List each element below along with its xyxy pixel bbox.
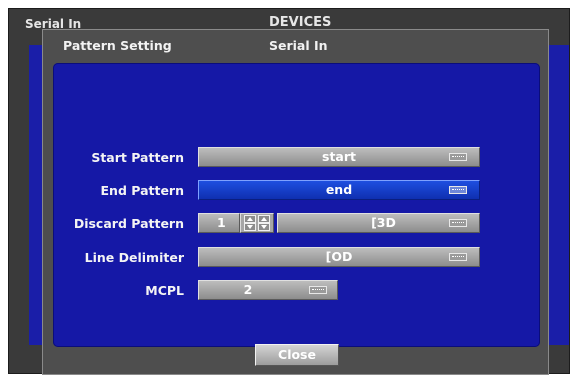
keyboard-icon[interactable] bbox=[449, 253, 467, 261]
arrow-down-icon[interactable] bbox=[244, 223, 256, 231]
discard-pattern-field[interactable]: [3D bbox=[277, 213, 480, 233]
start-pattern-label: Start Pattern bbox=[91, 150, 184, 165]
discard-count-field[interactable]: 1 bbox=[198, 213, 240, 233]
discard-count-stepper[interactable] bbox=[240, 213, 274, 233]
discard-pattern-label: Discard Pattern bbox=[73, 216, 184, 231]
mcpl-label: MCPL bbox=[145, 283, 184, 298]
settings-panel: Start Pattern start End Pattern end Disc… bbox=[53, 63, 540, 347]
start-pattern-field[interactable]: start bbox=[198, 147, 480, 167]
end-pattern-field[interactable]: end bbox=[198, 180, 480, 200]
pattern-setting-dialog: Pattern Setting Serial In Start Pattern … bbox=[42, 29, 549, 375]
keyboard-icon[interactable] bbox=[449, 153, 467, 161]
start-pattern-value: start bbox=[322, 149, 356, 164]
arrow-up-icon[interactable] bbox=[258, 215, 270, 223]
keyboard-icon[interactable] bbox=[449, 186, 467, 194]
end-pattern-value: end bbox=[325, 182, 353, 197]
keyboard-icon[interactable] bbox=[449, 219, 467, 227]
keyboard-icon[interactable] bbox=[309, 286, 327, 294]
line-delimiter-value: [OD bbox=[325, 249, 353, 264]
mcpl-field[interactable]: 2 bbox=[198, 280, 338, 300]
mcpl-value: 2 bbox=[243, 282, 253, 297]
dialog-subtitle: Serial In bbox=[269, 38, 328, 53]
arrow-up-icon[interactable] bbox=[244, 215, 256, 223]
end-pattern-label: End Pattern bbox=[100, 183, 185, 198]
line-delimiter-label: Line Delimiter bbox=[84, 250, 184, 265]
background-window-header: DEVICES bbox=[269, 15, 332, 30]
close-button[interactable]: Close bbox=[255, 344, 339, 366]
dialog-title: Pattern Setting bbox=[63, 38, 172, 53]
arrow-down-icon[interactable] bbox=[258, 223, 270, 231]
line-delimiter-field[interactable]: [OD bbox=[198, 247, 480, 267]
